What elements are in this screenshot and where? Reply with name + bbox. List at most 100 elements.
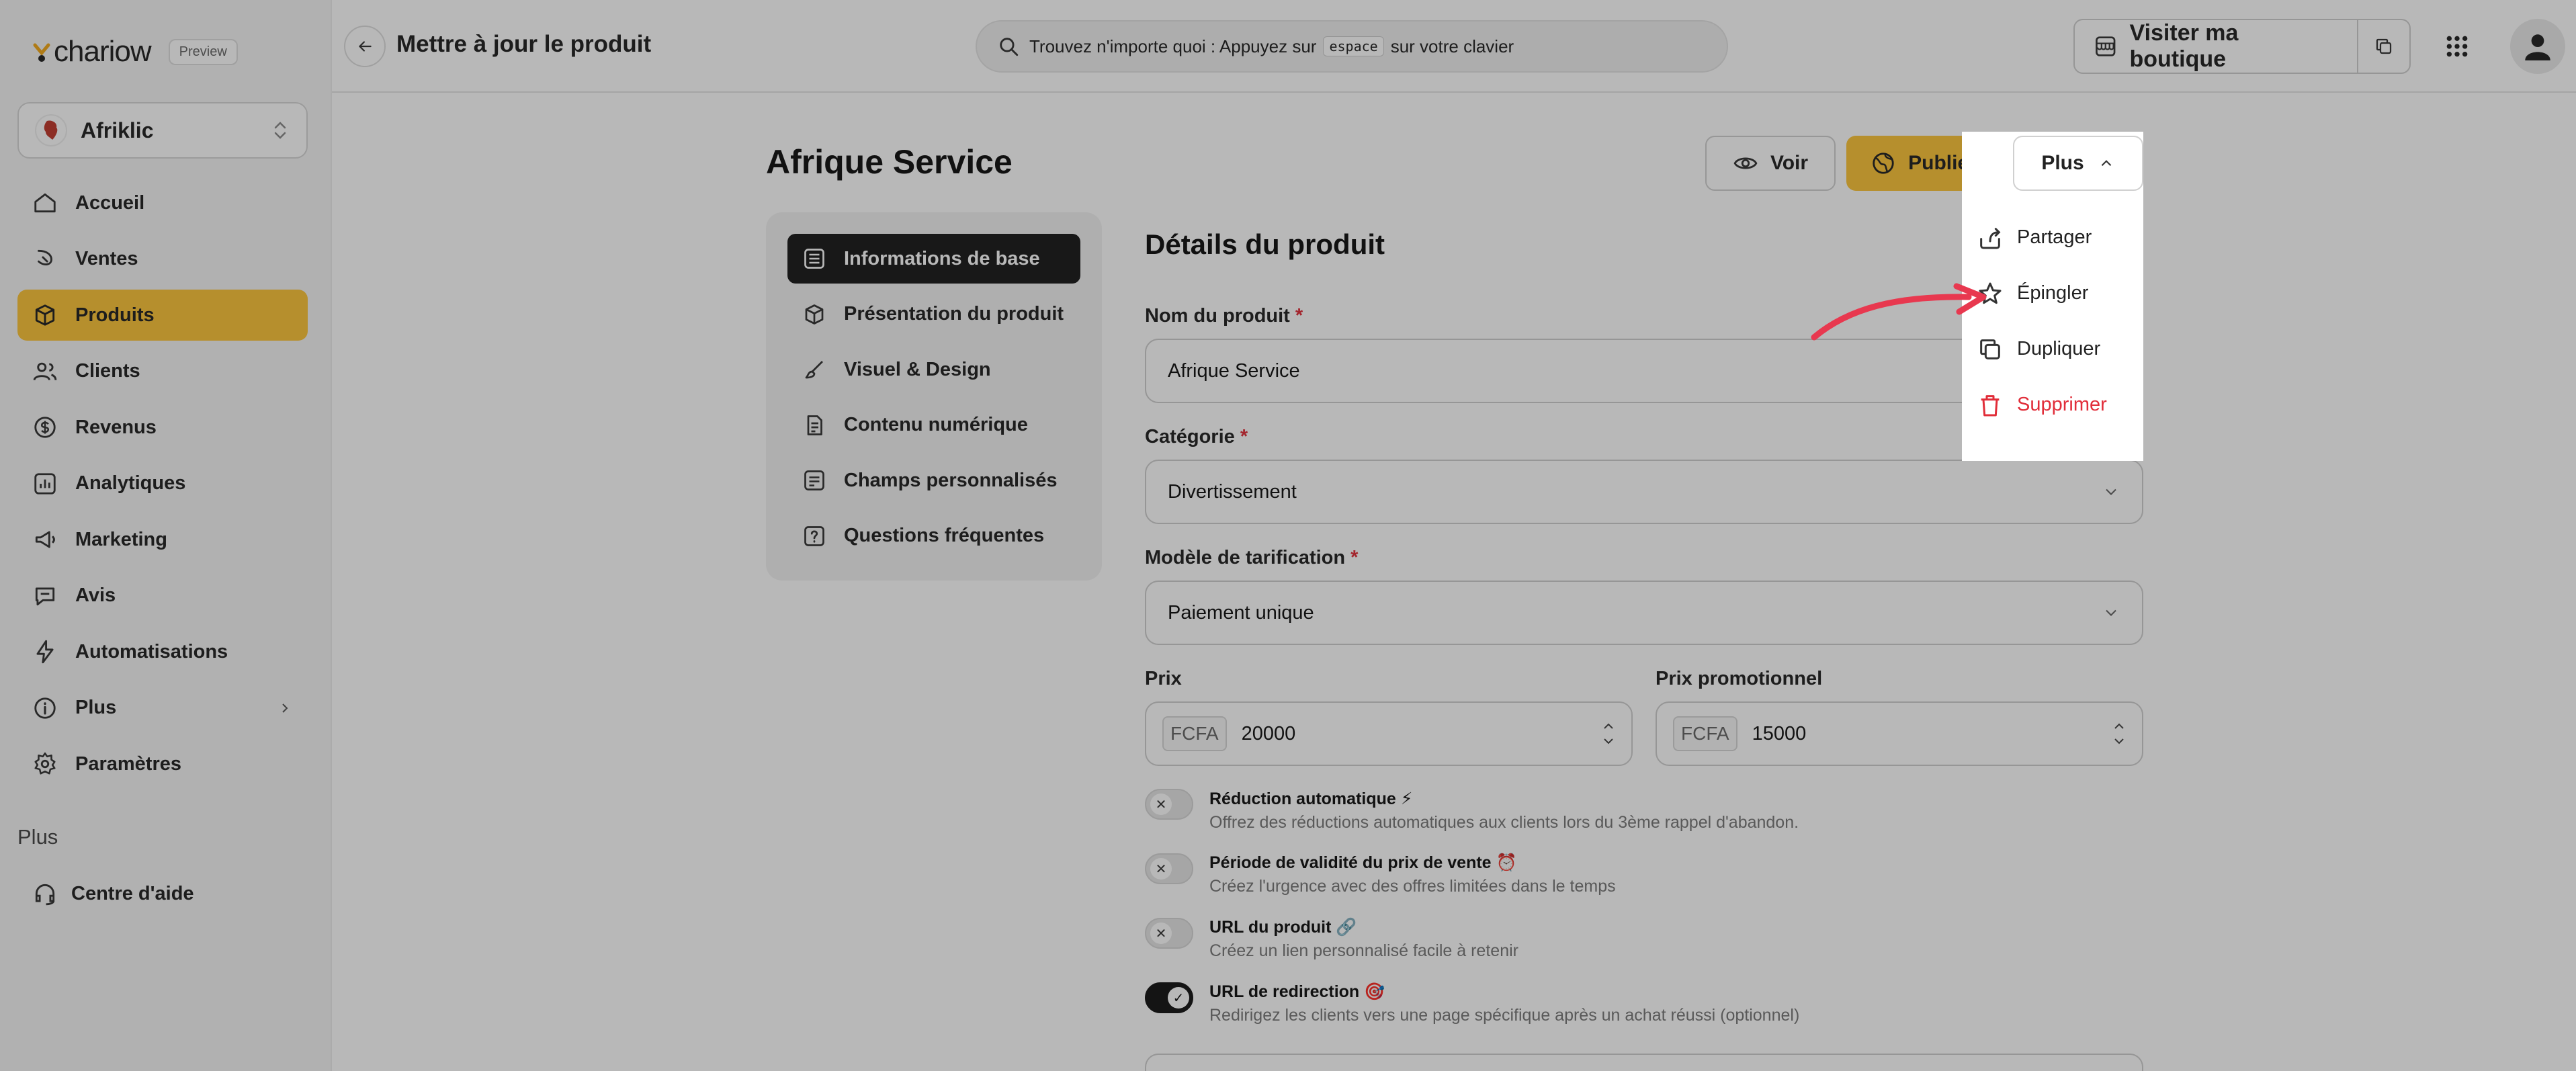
brush-icon <box>805 361 823 379</box>
category-value: Divertissement <box>1168 480 1297 503</box>
chevron-down-icon[interactable] <box>2112 736 2126 746</box>
nav-item-marketing[interactable]: Marketing <box>17 514 308 565</box>
category-label-text: Catégorie <box>1145 426 1235 447</box>
toggle-switch[interactable]: ✕ <box>1145 853 1193 884</box>
box-icon <box>805 304 824 325</box>
chevron-up-icon[interactable] <box>1602 722 1615 731</box>
pricing-model-value: Paiement unique <box>1168 601 1314 624</box>
nav-item-label: Plus <box>75 697 117 718</box>
nav-item-label: Marketing <box>75 528 167 550</box>
tab-label: Informations de base <box>844 247 1040 269</box>
toggle-description: Créez un lien personnalisé facile à rete… <box>1209 941 1518 960</box>
nav-item-automatisations[interactable]: Automatisations <box>17 626 308 677</box>
pricing-model-select[interactable]: Paiement unique <box>1145 581 2143 645</box>
sidebar-section-label: Plus <box>17 825 58 849</box>
grid-icon <box>2446 36 2468 57</box>
product-name-label-text: Nom du produit <box>1145 305 1290 327</box>
visit-store-button[interactable]: Visiter ma boutique <box>2073 19 2358 74</box>
required-mark: * <box>1350 547 1359 568</box>
tab-questions-frequentes[interactable]: Questions fréquentes <box>787 511 1080 561</box>
more-button[interactable]: Plus <box>2013 136 2143 191</box>
chevron-up-icon <box>2101 160 2111 167</box>
tab-champs-personnalises[interactable]: Champs personnalisés <box>787 456 1080 505</box>
eye-icon <box>1733 157 1758 169</box>
required-mark: * <box>1295 305 1303 327</box>
nav-item-accueil[interactable]: Accueil <box>17 177 308 228</box>
nav-item-parametres[interactable]: Paramètres <box>17 738 308 789</box>
search-hint-before: Trouvez n'importe quoi : Appuyez sur <box>1029 36 1317 56</box>
price-currency: FCFA <box>1162 716 1227 751</box>
price-label: Prix <box>1145 668 1182 689</box>
search-bar[interactable]: Trouvez n'importe quoi : Appuyez sur esp… <box>976 20 1728 73</box>
home-icon <box>34 193 56 213</box>
search-hint-after: sur votre clavier <box>1390 36 1514 56</box>
more-label: Plus <box>2041 152 2084 174</box>
toggle-product-url: ✕ URL du produit 🔗 Créez un lien personn… <box>1145 918 1518 961</box>
promo-price-stepper[interactable] <box>2112 722 2126 746</box>
headset-icon <box>35 884 55 906</box>
nav-item-label: Avis <box>75 585 116 606</box>
copy-icon <box>2376 38 2392 54</box>
nav-item-avis[interactable]: Avis <box>17 570 308 622</box>
menu-item-dupliquer[interactable]: Dupliquer <box>1977 321 2138 377</box>
back-button[interactable] <box>344 26 386 67</box>
nav-item-ventes[interactable]: Ventes <box>17 234 308 285</box>
menu-item-supprimer[interactable]: Supprimer <box>1977 377 2138 433</box>
annotation-arrow <box>1811 283 1987 341</box>
check-icon: ✓ <box>1168 987 1189 1009</box>
menu-item-label: Épingler <box>2017 282 2089 304</box>
brand[interactable]: chariow Preview <box>32 35 238 69</box>
nav-item-clients[interactable]: Clients <box>17 346 308 397</box>
store-icon <box>2096 36 2116 56</box>
tab-visuel-design[interactable]: Visuel & Design <box>787 345 1080 394</box>
nav-item-analytiques[interactable]: Analytiques <box>17 458 308 509</box>
megaphone-icon <box>35 531 55 548</box>
toggle-description: Offrez des réductions automatiques aux c… <box>1209 813 1799 832</box>
user-avatar[interactable] <box>2510 19 2565 74</box>
chevron-up-icon[interactable] <box>2112 722 2126 731</box>
trash-icon <box>1981 394 2000 416</box>
brand-name: chariow <box>54 35 152 68</box>
gear-icon <box>34 752 56 775</box>
tab-label: Présentation du produit <box>844 303 1064 325</box>
redirect-url-input[interactable] <box>1145 1054 2143 1071</box>
toggle-text: URL de redirection 🎯 Redirigez les clien… <box>1209 982 1799 1025</box>
chevron-down-icon <box>2106 488 2116 495</box>
toggle-text: URL du produit 🔗 Créez un lien personnal… <box>1209 918 1518 961</box>
nav-item-revenus[interactable]: Revenus <box>17 402 308 453</box>
category-select[interactable]: Divertissement <box>1145 460 2143 524</box>
main-nav: Accueil Ventes Produits Clients Revenus … <box>17 177 308 795</box>
nav-item-plus[interactable]: Plus <box>17 683 308 734</box>
tab-contenu-numerique[interactable]: Contenu numérique <box>787 400 1080 450</box>
nav-item-help[interactable]: Centre d'aide <box>17 868 308 919</box>
store-switcher[interactable]: Afriklic <box>17 102 308 159</box>
nav-item-label: Ventes <box>75 248 138 269</box>
menu-item-epingler[interactable]: Épingler <box>1977 265 2138 321</box>
toggle-redirect-url: ✓ URL de redirection 🎯 Redirigez les cli… <box>1145 982 1799 1025</box>
apps-grid-button[interactable] <box>2435 24 2479 69</box>
toggle-switch[interactable]: ✓ <box>1145 982 1193 1013</box>
toggle-switch[interactable]: ✕ <box>1145 918 1193 949</box>
copy-store-link-button[interactable] <box>2357 19 2411 74</box>
nav-item-produits[interactable]: Produits <box>17 290 308 341</box>
chevron-down-icon[interactable] <box>1602 736 1615 746</box>
promo-price-input[interactable]: FCFA 15000 <box>1656 701 2143 766</box>
tab-informations-de-base[interactable]: Informations de base <box>787 234 1080 284</box>
brand-logo: chariow <box>32 35 152 69</box>
price-stepper[interactable] <box>1602 722 1615 746</box>
price-input[interactable]: FCFA 20000 <box>1145 701 1633 766</box>
menu-item-partager[interactable]: Partager <box>1977 210 2138 265</box>
pricing-model-label-text: Modèle de tarification <box>1145 547 1346 568</box>
menu-item-label: Dupliquer <box>2017 338 2101 359</box>
view-button[interactable]: Voir <box>1705 136 1836 191</box>
tab-presentation-produit[interactable]: Présentation du produit <box>787 290 1080 339</box>
toggle-switch[interactable]: ✕ <box>1145 789 1193 820</box>
toggle-title: Période de validité du prix de vente ⏰ <box>1209 853 1517 872</box>
toggle-title: URL du produit 🔗 <box>1209 918 1357 937</box>
chevron-down-icon <box>2106 609 2116 616</box>
more-dropdown-menu: Partager Épingler Dupliquer Supprimer <box>1977 210 2138 433</box>
dim-overlay <box>0 0 2576 1071</box>
category-label: Catégorie * <box>1145 426 1248 448</box>
nav-item-label: Automatisations <box>75 640 228 662</box>
nav-item-label: Analytiques <box>75 472 186 494</box>
